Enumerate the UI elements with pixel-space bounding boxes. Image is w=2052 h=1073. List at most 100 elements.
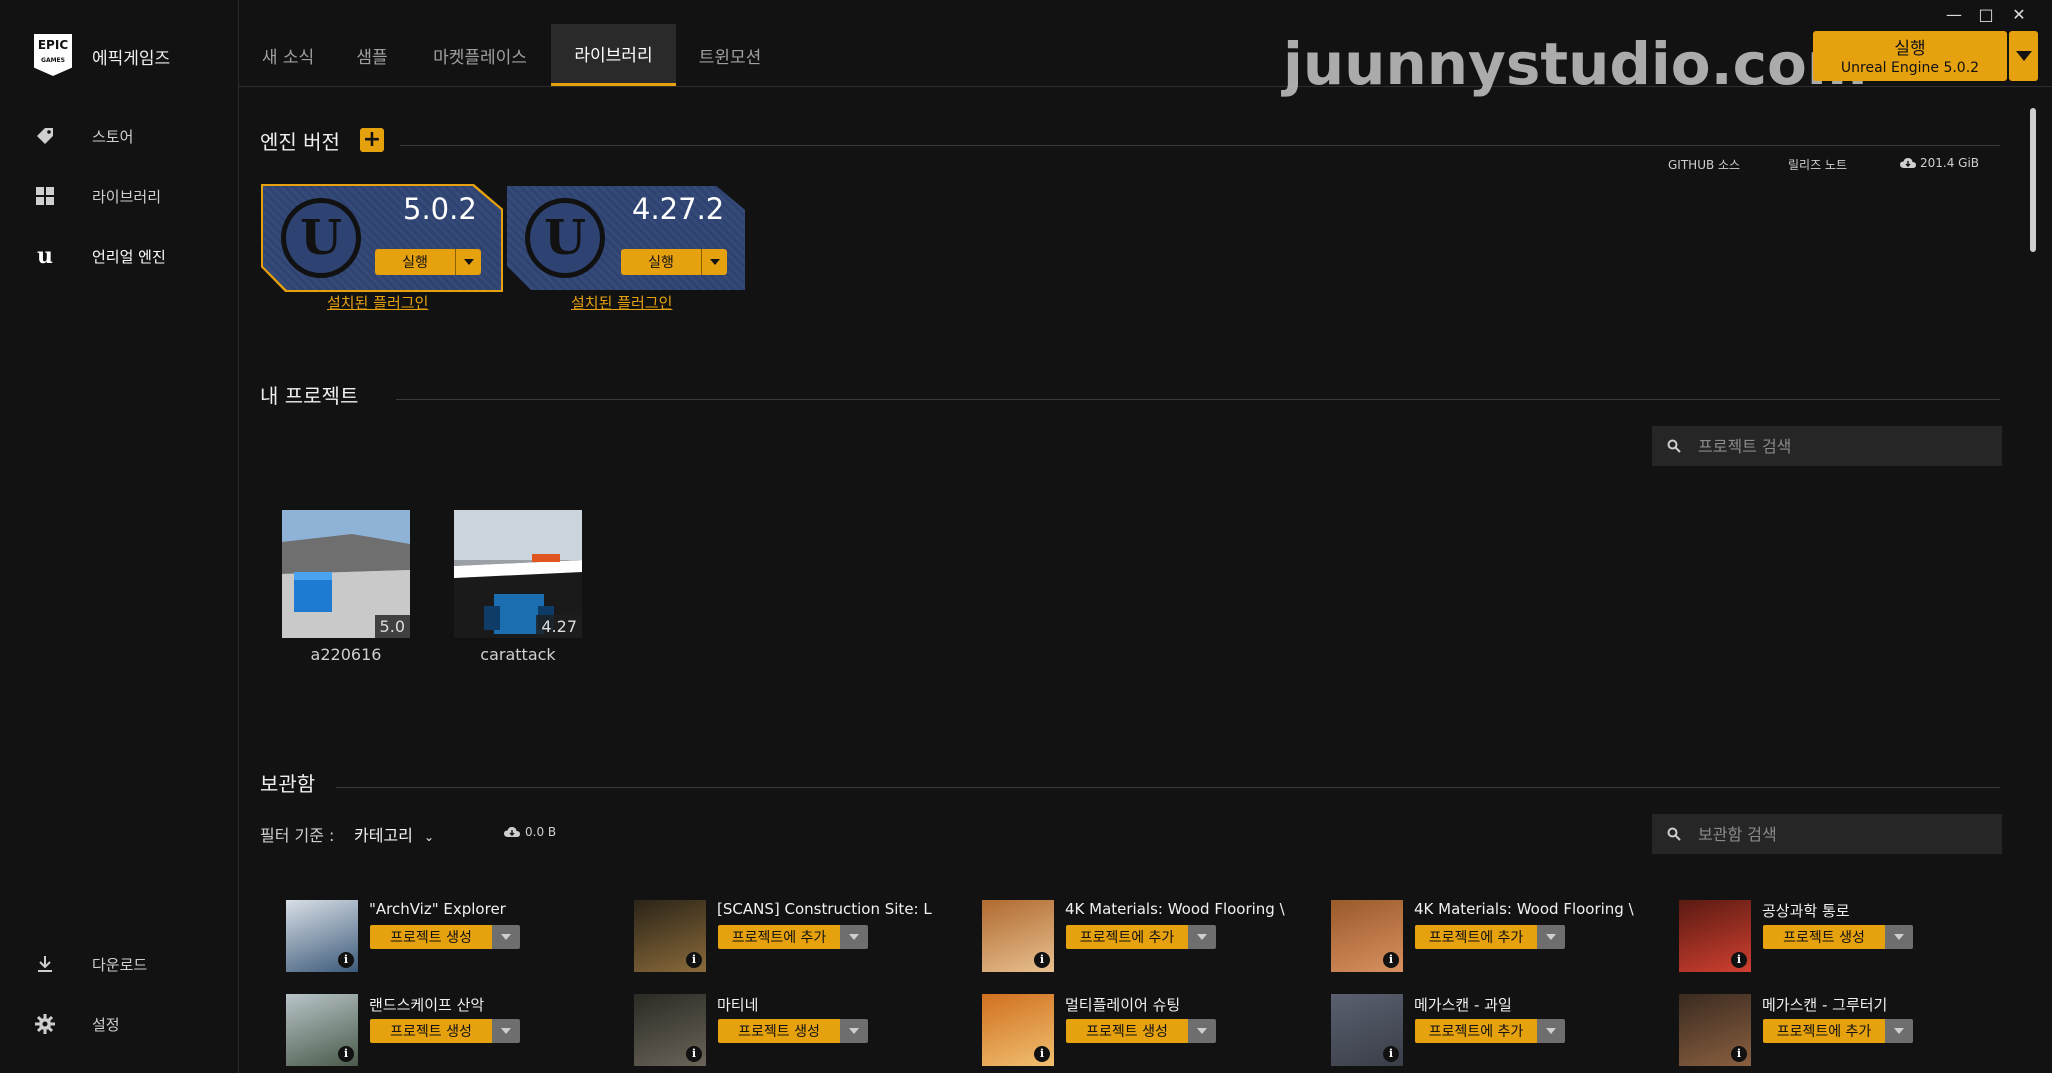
info-icon[interactable]: i [1731,1046,1747,1062]
sidebar-item-label: 설정 [92,1015,120,1034]
tab-samples[interactable]: 샘플 [340,24,404,86]
engine-card-5-0-2[interactable]: U 5.0.2 실행 [263,186,501,290]
add-to-project-button[interactable]: 프로젝트에 추가 [1415,1019,1537,1043]
vault-item-title: 공상과학 통로 [1762,902,1850,920]
engine-run-dropdown[interactable] [701,249,727,275]
info-icon[interactable]: i [338,952,354,968]
vault-search-input[interactable] [1696,823,1990,845]
engine-run-dropdown[interactable] [455,249,481,275]
tab-library[interactable]: 라이브러리 [551,24,676,86]
vault-item-title: 4K Materials: Wood Flooring \ [1414,900,1634,918]
vault-item-dropdown[interactable] [1885,925,1913,949]
engine-run-button[interactable]: 실행 [375,249,455,275]
vault-item-thumbnail[interactable]: i [982,994,1054,1066]
close-icon[interactable]: ✕ [2004,2,2034,26]
info-icon[interactable]: i [338,1046,354,1062]
sidebar-item-unreal-engine[interactable]: u 언리얼 엔진 [34,236,234,276]
info-icon[interactable]: i [1034,952,1050,968]
engine-card-4-27-2[interactable]: U 4.27.2 실행 [507,186,745,290]
caret-down-icon [1894,934,1904,940]
vault-item-dropdown[interactable] [840,1019,868,1043]
sidebar: EPIC GAMES 에픽게임즈 스토어 라이브러리 u 언리얼 엔진 다운로드 … [0,0,239,1073]
installed-plugins-link[interactable]: 설치된 플러그인 [571,292,672,313]
minimize-icon[interactable]: — [1939,2,1969,26]
vault-item-dropdown[interactable] [1537,1019,1565,1043]
vault-item-thumbnail[interactable]: i [634,994,706,1066]
caret-down-icon [849,934,859,940]
add-to-project-button[interactable]: 프로젝트 생성 [1066,1019,1188,1043]
info-icon[interactable]: i [686,1046,702,1062]
add-engine-button[interactable]: + [360,128,384,152]
vault-item-thumbnail[interactable]: i [286,994,358,1066]
vault-size-label: 0.0 B [525,825,557,839]
vault-item-thumbnail[interactable]: i [634,900,706,972]
add-to-project-button[interactable]: 프로젝트에 추가 [1763,1019,1885,1043]
engine-version: 5.0.2 [403,192,477,226]
caret-down-icon [501,934,511,940]
engine-run-button[interactable]: 실행 [621,249,701,275]
caret-down-icon [463,259,474,265]
github-source-link[interactable]: GITHUB 소스 [1668,156,1740,173]
sidebar-item-label: 스토어 [92,127,134,146]
info-icon[interactable]: i [1383,952,1399,968]
info-icon[interactable]: i [1731,952,1747,968]
sidebar-item-settings[interactable]: 설정 [34,1004,234,1044]
sidebar-item-label: 다운로드 [92,955,148,974]
add-to-project-button[interactable]: 프로젝트 생성 [718,1019,840,1043]
vault-item-dropdown[interactable] [492,925,520,949]
add-to-project-button[interactable]: 프로젝트에 추가 [1066,925,1188,949]
vault-item-dropdown[interactable] [492,1019,520,1043]
add-to-project-button[interactable]: 프로젝트 생성 [370,1019,492,1043]
caret-down-icon [501,1028,511,1034]
vault-item-title: "ArchViz" Explorer [369,900,506,918]
vault-item-dropdown[interactable] [1537,925,1565,949]
tab-marketplace[interactable]: 마켓플레이스 [414,24,546,86]
info-icon[interactable]: i [1383,1046,1399,1062]
vault-item-thumbnail[interactable]: i [1679,900,1751,972]
add-to-project-button[interactable]: 프로젝트에 추가 [718,925,840,949]
add-to-project-button[interactable]: 프로젝트 생성 [370,925,492,949]
vault-item-thumbnail[interactable]: i [1331,994,1403,1066]
info-icon[interactable]: i [686,952,702,968]
sidebar-item-library[interactable]: 라이브러리 [34,176,234,216]
vault-item-dropdown[interactable] [1188,1019,1216,1043]
vault-item-thumbnail[interactable]: i [286,900,358,972]
scrollbar-track[interactable] [2030,108,2036,1073]
engine-section-title: 엔진 버전 [260,130,340,154]
epic-games-logo[interactable]: EPIC GAMES [34,34,72,76]
release-notes-link[interactable]: 릴리즈 노트 [1788,156,1847,173]
vault-item-thumbnail[interactable]: i [1679,994,1751,1066]
vault-item-dropdown[interactable] [1885,1019,1913,1043]
vault-item-thumbnail[interactable]: i [1331,900,1403,972]
scrollbar-thumb[interactable] [2030,108,2036,252]
filter-category-dropdown[interactable]: 카테고리 ⌄ [354,822,434,846]
add-to-project-button[interactable]: 프로젝트 생성 [1763,925,1885,949]
sidebar-item-downloads[interactable]: 다운로드 [34,944,234,984]
project-name: carattack [480,645,556,664]
maximize-icon[interactable]: □ [1971,2,2001,26]
project-search-input[interactable] [1696,435,1990,457]
launch-dropdown-button[interactable] [2009,31,2038,81]
tab-news[interactable]: 새 소식 [246,24,330,86]
caret-down-icon [2015,51,2032,61]
vault-item-dropdown[interactable] [1188,925,1216,949]
caret-down-icon [1197,934,1207,940]
vault-item-thumbnail[interactable]: i [982,900,1054,972]
filter-label: 필터 기준 : [260,826,335,845]
engine-size-label: 201.4 GiB [1920,156,1980,170]
project-thumbnail-a220616[interactable]: 5.0 [282,510,410,638]
sidebar-item-label: 라이브러리 [92,187,162,206]
vault-search-field[interactable] [1652,814,2002,854]
installed-plugins-link[interactable]: 설치된 플러그인 [327,292,428,313]
caret-down-icon [849,1028,859,1034]
gear-icon [34,1013,56,1035]
vault-item-dropdown[interactable] [840,925,868,949]
add-to-project-button[interactable]: 프로젝트에 추가 [1415,925,1537,949]
sidebar-item-store[interactable]: 스토어 [34,116,234,156]
project-thumbnail-carattack[interactable]: 4.27 [454,510,582,638]
projects-section-title: 내 프로젝트 [260,384,359,408]
tab-twinmotion[interactable]: 트윈모션 [682,24,778,86]
info-icon[interactable]: i [1034,1046,1050,1062]
project-search-field[interactable] [1652,426,2002,466]
launch-button[interactable]: 실행 Unreal Engine 5.0.2 [1813,31,2007,81]
